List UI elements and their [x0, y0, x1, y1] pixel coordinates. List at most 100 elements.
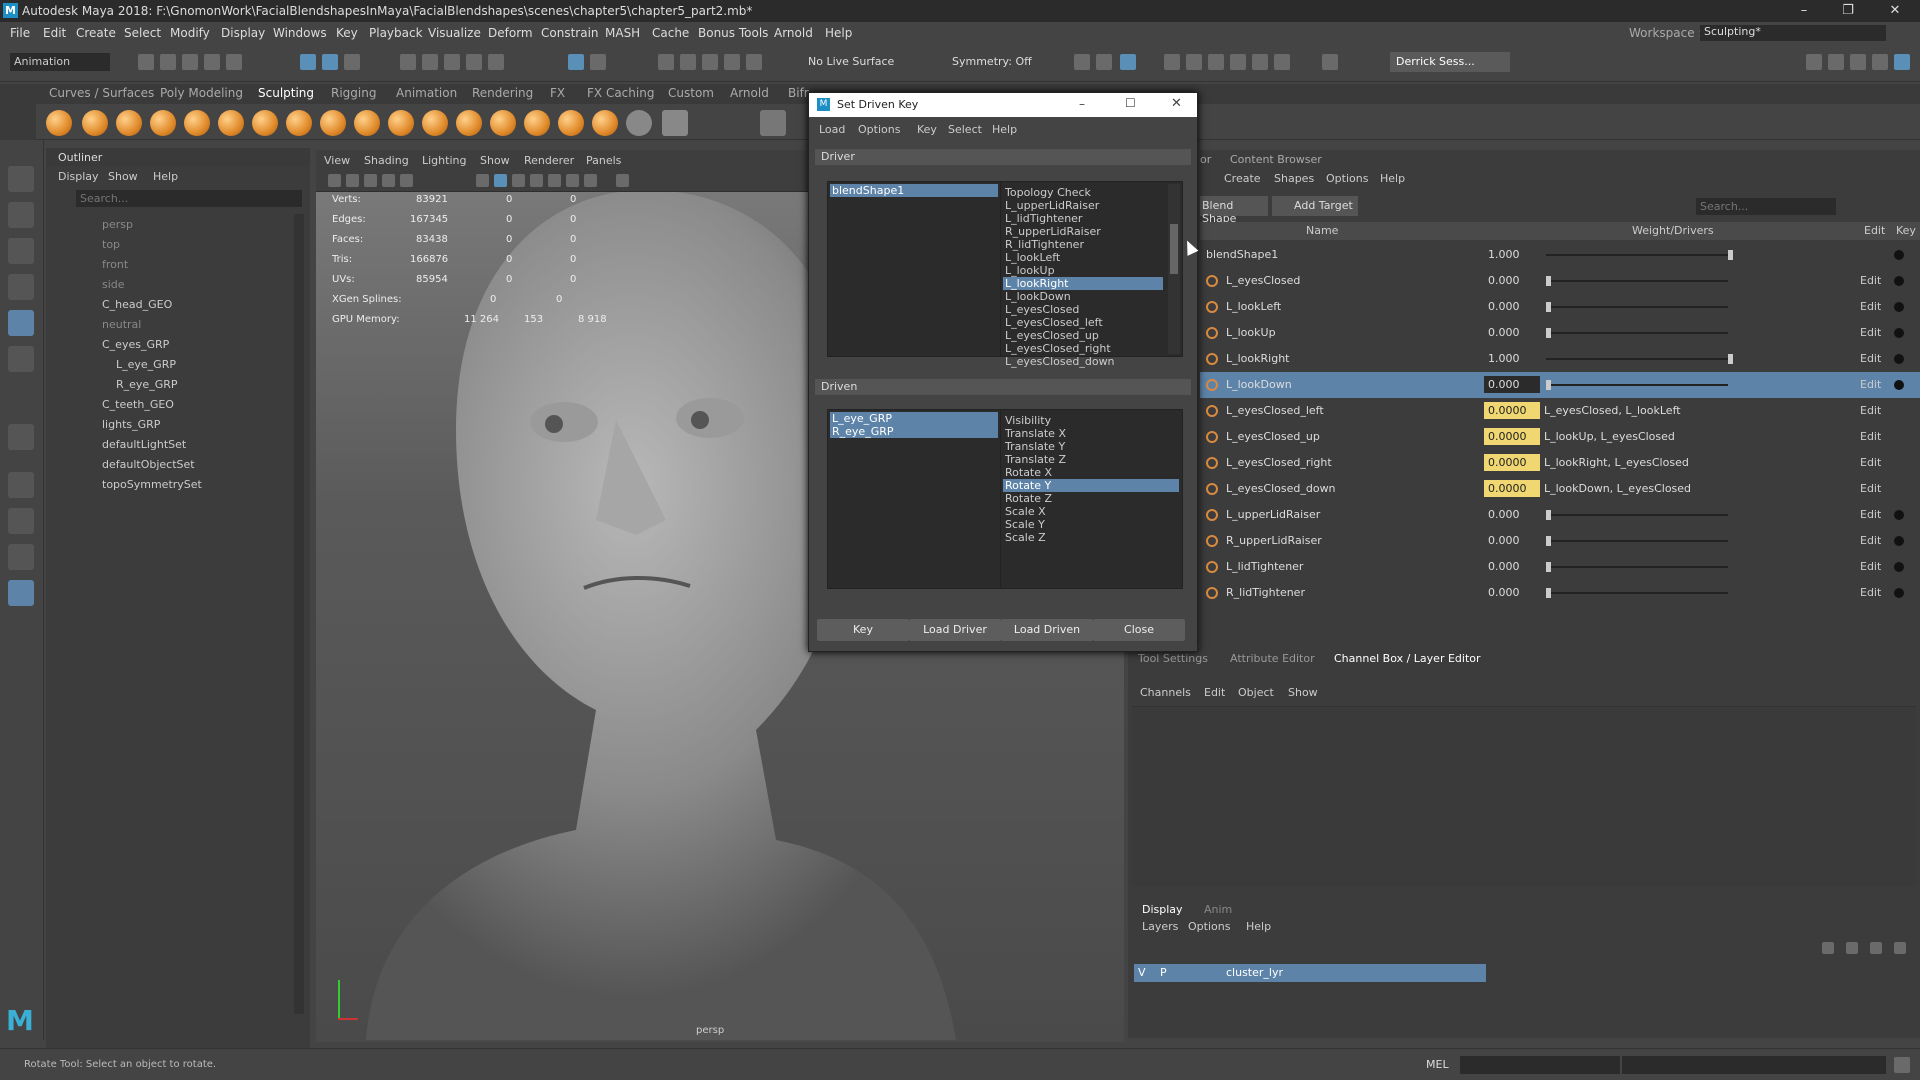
shelf-tab-poly[interactable]: Poly Modeling	[160, 86, 243, 100]
weight-slider-track[interactable]	[1546, 384, 1728, 386]
weight-slider-track[interactable]	[1546, 514, 1728, 516]
grid-icon[interactable]	[382, 174, 395, 187]
shape-row-r-lidtightener[interactable]: R_lidTightener 0.000 Edit	[1200, 580, 1920, 606]
dialog-close-button[interactable]: ✕	[1171, 96, 1182, 111]
sdk-menu-select[interactable]: Select	[948, 123, 982, 136]
vp-menu-show[interactable]: Show	[480, 154, 510, 167]
menu-constrain[interactable]: Constrain	[541, 26, 599, 40]
vp-menu-lighting[interactable]: Lighting	[422, 154, 466, 167]
foamy-tool-icon[interactable]	[252, 110, 278, 136]
shape-edit-button[interactable]: Edit	[1860, 274, 1881, 287]
grab-tool-icon[interactable]	[150, 110, 176, 136]
shape-weight-field[interactable]: 1.000	[1484, 350, 1540, 367]
pause-icon[interactable]	[1322, 54, 1338, 70]
shape-weight-field[interactable]: 0.000	[1484, 584, 1540, 601]
driver-attr-l-lookdown[interactable]: L_lookDown	[1005, 290, 1071, 303]
attribute-editor-icon[interactable]	[1850, 54, 1866, 70]
channel-box-tab[interactable]: Channel Box / Layer Editor	[1334, 652, 1481, 665]
fill-tool-icon[interactable]	[456, 110, 482, 136]
menu-select[interactable]: Select	[124, 26, 161, 40]
human-ik-icon[interactable]	[1828, 54, 1844, 70]
shape-weight-field[interactable]: 0.000	[1484, 298, 1540, 315]
outliner-menu-show[interactable]: Show	[108, 170, 138, 183]
lights-icon[interactable]	[530, 174, 543, 187]
relax-tool-icon[interactable]	[116, 110, 142, 136]
rotate-tool-icon[interactable]	[8, 310, 34, 336]
shape-edit-button[interactable]: Edit	[1860, 378, 1881, 391]
outliner-menu-display[interactable]: Display	[58, 170, 99, 183]
ao-icon[interactable]	[566, 174, 579, 187]
shelf-tab-fx[interactable]: FX	[550, 86, 565, 100]
outliner-item-default-object-set[interactable]: defaultObjectSet	[102, 458, 195, 471]
undo-icon[interactable]	[204, 54, 220, 70]
target-visibility-icon[interactable]	[1206, 353, 1218, 365]
wireframe-icon[interactable]	[476, 174, 489, 187]
dialog-minimize-button[interactable]: –	[1079, 97, 1085, 111]
tool-settings-icon[interactable]	[1872, 54, 1888, 70]
shape-edit-button[interactable]: Edit	[1860, 352, 1881, 365]
target-visibility-icon[interactable]	[1206, 535, 1218, 547]
snap-curve-icon[interactable]	[422, 54, 438, 70]
shape-row-l-lookleft[interactable]: L_lookLeft 0.000 Edit	[1200, 294, 1920, 320]
shape-row-l-eyesclosed-right[interactable]: L_eyesClosed_right 0.0000 L_lookRight, L_e…	[1200, 450, 1920, 476]
weight-slider-handle[interactable]	[1546, 380, 1551, 390]
se-menu-options[interactable]: Options	[1326, 172, 1368, 185]
outliner-layout-icon[interactable]	[8, 580, 34, 606]
shelf-tab-rendering[interactable]: Rendering	[472, 86, 533, 100]
shape-row-l-upperlidraiser[interactable]: L_upperLidRaiser 0.000 Edit	[1200, 502, 1920, 528]
target-visibility-icon[interactable]	[1206, 379, 1218, 391]
shape-weight-field[interactable]: 0.000	[1484, 558, 1540, 575]
shape-row-l-eyesclosed-down[interactable]: L_eyesClosed_down 0.0000 L_lookDown, L_eye…	[1200, 476, 1920, 502]
menu-arnold[interactable]: Arnold	[774, 26, 813, 40]
outliner-item-neutral[interactable]: neutral	[102, 318, 141, 331]
weight-slider-track[interactable]	[1546, 306, 1728, 308]
select-hierarchy-icon[interactable]	[300, 54, 316, 70]
weight-slider-track[interactable]	[1546, 254, 1728, 256]
shelf-tab-rigging[interactable]: Rigging	[331, 86, 376, 100]
imprint-tool-icon[interactable]	[354, 110, 380, 136]
wax-tool-icon[interactable]	[388, 110, 414, 136]
menu-mash[interactable]: MASH	[605, 26, 640, 40]
key-toggle-icon[interactable]	[1894, 276, 1904, 286]
shape-row-l-eyesclosed-up[interactable]: L_eyesClosed_up 0.0000 L_lookUp, L_eyesClo…	[1200, 424, 1920, 450]
shape-weight-field[interactable]: 1.000	[1484, 246, 1540, 263]
key-toggle-icon[interactable]	[1894, 302, 1904, 312]
weight-slider-handle[interactable]	[1546, 588, 1551, 598]
menu-create[interactable]: Create	[76, 26, 116, 40]
smooth-shade-icon[interactable]	[494, 174, 507, 187]
outliner-item-l-eye-grp[interactable]: L_eye_GRP	[116, 358, 176, 371]
spray-tool-icon[interactable]	[286, 110, 312, 136]
snap-point-icon[interactable]	[444, 54, 460, 70]
shape-weight-field[interactable]: 0.000	[1484, 506, 1540, 523]
key-button[interactable]: Key	[817, 619, 909, 641]
shape-search-input[interactable]	[1696, 198, 1836, 215]
target-visibility-icon[interactable]	[1206, 405, 1218, 417]
cb-menu-channels[interactable]: Channels	[1140, 686, 1191, 699]
target-visibility-icon[interactable]	[1206, 561, 1218, 573]
weight-slider-track[interactable]	[1546, 280, 1728, 282]
render-frame-icon[interactable]	[1096, 54, 1112, 70]
weight-slider-handle[interactable]	[1728, 354, 1733, 364]
key-toggle-icon[interactable]	[1894, 250, 1904, 260]
outliner-item-teeth-geo[interactable]: C_teeth_GEO	[102, 398, 174, 411]
outliner-item-top[interactable]: top	[102, 238, 120, 251]
bulge-tool-icon[interactable]	[558, 110, 584, 136]
shape-weight-field[interactable]: 0.0000	[1484, 402, 1540, 419]
driver-attr-scroll-thumb[interactable]	[1170, 224, 1178, 274]
rename-icon[interactable]	[746, 54, 762, 70]
move-tool-icon[interactable]	[8, 274, 34, 300]
modeling-toolkit-icon[interactable]	[1806, 54, 1822, 70]
shape-weight-field[interactable]: 0.0000	[1484, 428, 1540, 445]
soft-mod-icon[interactable]	[8, 424, 34, 450]
history-icon[interactable]	[658, 54, 674, 70]
driver-attr-scrollbar[interactable]	[1168, 184, 1180, 354]
live-surface-field[interactable]: No Live Surface	[808, 55, 894, 68]
persp-outliner-icon[interactable]	[8, 544, 34, 570]
load-driven-button[interactable]: Load Driven	[1001, 619, 1093, 641]
textured-icon[interactable]	[512, 174, 525, 187]
weight-slider-handle[interactable]	[1546, 328, 1551, 338]
shape-row-l-lookdown[interactable]: L_lookDown 0.000 Edit	[1200, 372, 1920, 398]
sdk-menu-options[interactable]: Options	[858, 123, 900, 136]
driven-attr-translate-y[interactable]: Translate Y	[1005, 440, 1065, 453]
shape-row-l-lookright[interactable]: L_lookRight 1.000 Edit	[1200, 346, 1920, 372]
